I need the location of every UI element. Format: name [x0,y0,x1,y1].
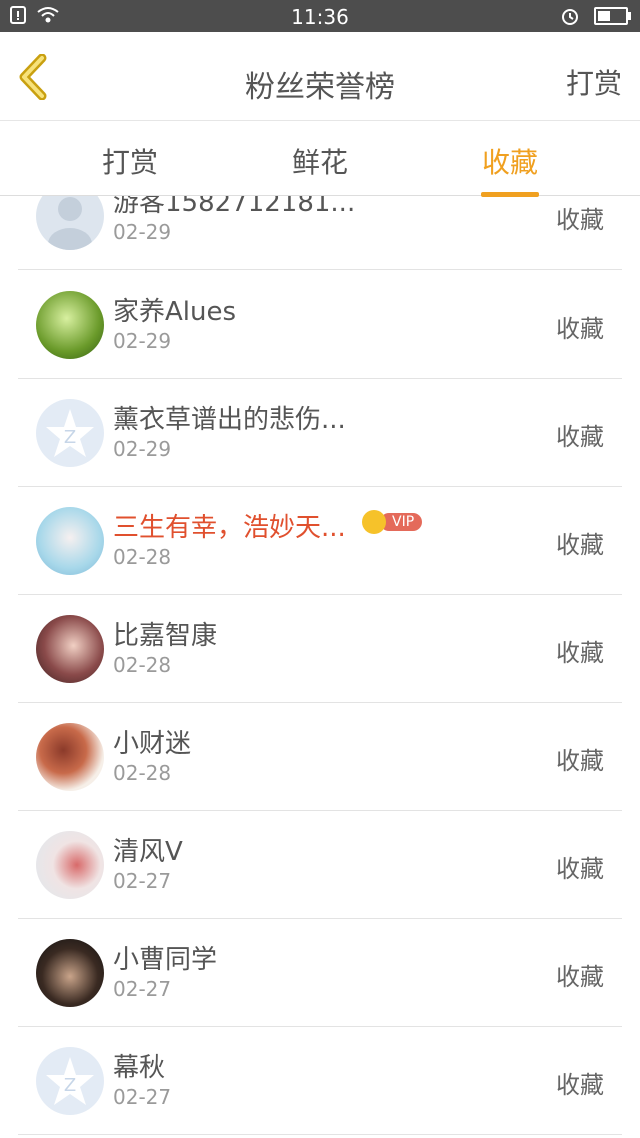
date-label: 02-29 [113,329,172,353]
list-item[interactable]: 比嘉智康 02-28 收藏 [0,595,640,703]
date-label: 02-27 [113,1085,172,1109]
user-name: 三生有幸，浩妙天... [113,513,346,543]
qq-avatar: Z [36,399,104,467]
action-label: 收藏 [556,531,604,559]
user-name: 家养Alues [113,297,237,327]
user-name: 清风V [113,837,183,867]
vip-label: VIP [380,513,423,531]
svg-text:Z: Z [64,427,76,448]
dark-avatar [36,939,104,1007]
list-item[interactable]: 小财迷 02-28 收藏 [0,703,640,811]
user-name: 小财迷 [113,729,192,759]
date-label: 02-29 [113,220,172,244]
list-item[interactable]: 清风V 02-27 收藏 [0,811,640,919]
action-label: 收藏 [556,1071,604,1099]
alarm-icon [562,9,578,25]
list-item[interactable]: 游客1582712181... 02-29 收藏 [0,196,640,270]
tab-favorites[interactable]: 收藏 [440,141,580,197]
list-item[interactable]: 家养Alues 02-29 收藏 [0,271,640,379]
date-label: 02-28 [113,761,172,785]
status-bar: 11:36 [0,0,640,32]
reward-button[interactable]: 打赏 [566,62,622,102]
status-time: 11:36 [291,5,349,29]
divider [18,1134,622,1135]
date-label: 02-27 [113,869,172,893]
top-bar: 粉丝荣誉榜 打赏 [0,32,640,121]
divider [18,269,622,270]
list-item[interactable]: 三生有幸，浩妙天... VIP 02-28 收藏 [0,487,640,595]
action-label: 收藏 [556,639,604,667]
vip-badge: VIP [362,510,423,534]
light-avatar [36,831,104,899]
user-name: 薰衣草谱出的悲伤... [113,405,346,435]
action-label: 收藏 [556,206,604,234]
action-label: 收藏 [556,855,604,883]
action-label: 收藏 [556,315,604,343]
tab-flowers[interactable]: 鲜花 [250,141,390,181]
user-name: 小曹同学 [113,945,218,975]
list-item[interactable]: Z 薰衣草谱出的悲伤... 02-29 收藏 [0,379,640,487]
list-item[interactable]: Z 幕秋 02-27 收藏 [0,1027,640,1135]
date-label: 02-28 [113,653,172,677]
user-name: 比嘉智康 [113,621,218,651]
crown-icon [362,510,386,534]
green-avatar [36,291,104,359]
date-label: 02-29 [113,437,172,461]
girl-avatar [36,615,104,683]
status-icons-right [560,6,631,26]
date-label: 02-28 [113,545,172,569]
battery-icon [594,7,631,25]
user-name: 幕秋 [113,1053,166,1083]
tab-reward[interactable]: 打赏 [60,141,200,181]
user-name: 游客1582712181... [113,196,356,218]
qq-avatar: Z [36,1047,104,1115]
default-avatar [36,196,104,250]
action-label: 收藏 [556,963,604,991]
anime-avatar [36,507,104,575]
tab-favorites-label: 收藏 [481,146,538,179]
page-title: 粉丝荣誉榜 [245,70,395,105]
action-label: 收藏 [556,423,604,451]
action-label: 收藏 [556,747,604,775]
list-item[interactable]: 小曹同学 02-27 收藏 [0,919,640,1027]
svg-text:Z: Z [64,1075,76,1096]
tab-bar: 打赏 鲜花 收藏 [0,121,640,197]
red-avatar [36,723,104,791]
date-label: 02-27 [113,977,172,1001]
fan-list: 游客1582712181... 02-29 收藏 家养Alues 02-29 收… [0,196,640,1138]
